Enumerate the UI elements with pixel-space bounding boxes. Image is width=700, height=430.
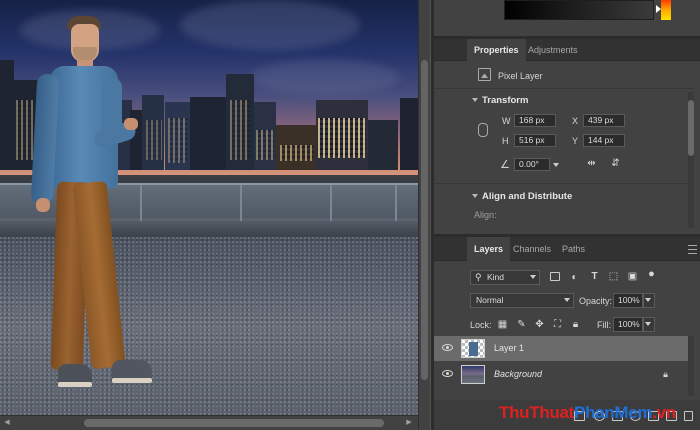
tab-channels[interactable]: Channels <box>506 237 558 261</box>
y-label: Y <box>572 136 579 146</box>
vertical-scroll-thumb[interactable] <box>421 60 428 380</box>
flip-horizontal-icon[interactable]: ⇹ <box>586 158 597 169</box>
layer-row-background[interactable]: Background 🔒︎ <box>434 362 688 387</box>
filter-smart-object-icon[interactable]: ▣ <box>627 271 638 282</box>
chevron-down-icon[interactable] <box>472 194 478 198</box>
filter-pixel-icon[interactable] <box>550 272 560 281</box>
height-field[interactable]: 516 px <box>514 134 556 147</box>
blend-mode-value: Normal <box>476 295 504 305</box>
lock-position-icon[interactable]: ✥ <box>534 319 545 330</box>
layer-name[interactable]: Layer 1 <box>494 343 524 353</box>
cloud-shape <box>180 0 360 50</box>
chevron-down-icon <box>645 298 651 302</box>
layers-scrollbar[interactable] <box>688 336 694 396</box>
lock-image-pixels-icon[interactable]: ✎ <box>516 319 527 330</box>
right-panel-dock: Properties Adjustments Pixel Layer Trans… <box>431 0 700 430</box>
layer-lock-icon: 🔒︎ <box>663 369 668 379</box>
section-divider <box>434 183 694 184</box>
chevron-down-icon <box>530 275 536 279</box>
width-label: W <box>502 116 511 126</box>
align-distribute-heading[interactable]: Align and Distribute <box>482 191 572 202</box>
tab-properties[interactable]: Properties <box>467 39 526 61</box>
angle-field[interactable]: 0.00° <box>514 158 550 171</box>
link-dimensions-icon[interactable] <box>478 123 488 137</box>
horizontal-scroll-thumb[interactable] <box>84 419 384 427</box>
layer-row-layer-1[interactable]: Layer 1 <box>434 336 688 361</box>
lock-transparent-pixels-icon[interactable]: ▦ <box>497 319 508 330</box>
filter-shape-icon[interactable]: ⬚ <box>608 271 619 282</box>
angle-dropdown-arrow-icon[interactable] <box>553 163 559 167</box>
watermark-part-3: .vn <box>652 403 676 422</box>
scroll-right-icon[interactable]: ▶ <box>404 418 414 428</box>
filter-kind-value: Kind <box>487 272 505 282</box>
color-picker-field[interactable] <box>504 0 654 20</box>
layer-kind-label: Pixel Layer <box>498 71 543 81</box>
pixel-layer-icon <box>478 68 491 81</box>
person-layer-image[interactable] <box>30 14 160 404</box>
height-label: H <box>502 136 509 146</box>
document-canvas[interactable] <box>0 0 418 415</box>
watermark-logo: ThuThuatPhanMem.vn <box>499 403 676 423</box>
flip-vertical-icon[interactable]: ⇵ <box>610 158 621 169</box>
layers-tab-bar: Layers Channels Paths <box>434 237 700 261</box>
visibility-eye-icon[interactable] <box>442 344 453 351</box>
delete-layer-icon[interactable] <box>684 411 693 421</box>
section-divider <box>434 88 694 89</box>
search-icon: ⚲ <box>475 272 482 282</box>
opacity-slider-button[interactable] <box>643 293 655 308</box>
width-field[interactable]: 168 px <box>514 114 556 127</box>
align-label: Align: <box>474 210 497 220</box>
visibility-eye-icon[interactable] <box>442 370 453 377</box>
scroll-left-icon[interactable]: ◀ <box>2 418 12 428</box>
background-thumbnail[interactable] <box>461 365 485 384</box>
watermark-part-2: PhanMem <box>574 403 653 422</box>
watermark-part-1: ThuThuat <box>499 403 575 422</box>
y-field[interactable]: 144 px <box>583 134 625 147</box>
layer-1-thumbnail[interactable] <box>461 339 485 358</box>
cloud-shape <box>250 60 400 95</box>
properties-tab-bar: Properties Adjustments <box>434 39 700 61</box>
canvas-horizontal-scrollbar[interactable]: ◀ ▶ <box>0 415 418 430</box>
properties-scroll-thumb[interactable] <box>688 100 694 156</box>
opacity-label: Opacity: <box>579 296 613 306</box>
panel-menu-icon[interactable] <box>688 245 697 254</box>
filter-adjustment-icon[interactable]: ◐ <box>569 272 580 283</box>
opacity-field[interactable]: 100% <box>613 293 643 308</box>
layer-name[interactable]: Background <box>494 369 542 379</box>
angle-icon: ∠ <box>500 159 510 171</box>
hue-slider[interactable] <box>661 0 671 20</box>
chevron-down-icon <box>645 322 651 326</box>
tab-adjustments[interactable]: Adjustments <box>521 39 585 61</box>
lock-label: Lock: <box>470 320 492 330</box>
properties-scrollbar[interactable] <box>688 92 694 228</box>
transform-heading[interactable]: Transform <box>482 95 528 106</box>
lock-artboard-icon[interactable]: ⛶ <box>552 319 563 330</box>
fill-field[interactable]: 100% <box>613 317 643 332</box>
tab-paths[interactable]: Paths <box>555 237 592 261</box>
layer-filter-dropdown[interactable]: ⚲ Kind <box>470 270 540 285</box>
x-label: X <box>572 116 579 126</box>
lock-all-icon[interactable]: 🔒︎ <box>570 319 581 330</box>
chevron-down-icon <box>564 298 570 302</box>
chevron-down-icon[interactable] <box>472 98 478 102</box>
x-field[interactable]: 439 px <box>583 114 625 127</box>
tab-layers[interactable]: Layers <box>467 237 511 261</box>
fill-label: Fill: <box>597 320 611 330</box>
filter-type-icon[interactable]: T <box>589 271 600 282</box>
filter-toggle-icon[interactable]: ● <box>646 269 657 280</box>
blend-mode-dropdown[interactable]: Normal <box>470 293 574 308</box>
canvas-vertical-scrollbar[interactable] <box>418 0 430 430</box>
fill-slider-button[interactable] <box>643 317 655 332</box>
